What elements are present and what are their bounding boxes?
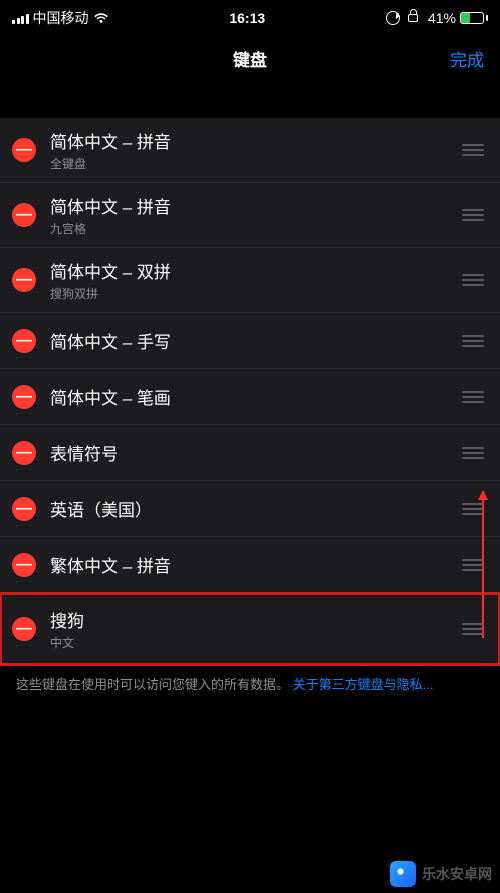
privacy-link[interactable]: 关于第三方键盘与隐私...	[293, 677, 434, 692]
delete-button[interactable]: —	[12, 553, 36, 577]
battery-icon	[460, 12, 488, 24]
watermark-logo-icon	[390, 861, 416, 887]
reorder-handle-icon[interactable]	[462, 503, 484, 515]
signal-icon	[12, 12, 29, 24]
keyboard-list: —简体中文 – 拼音全键盘—简体中文 – 拼音九宫格—简体中文 – 双拼搜狗双拼…	[0, 118, 500, 665]
watermark: 乐水安卓网	[390, 861, 492, 887]
row-text: 简体中文 – 手写	[50, 328, 462, 353]
keyboard-title: 表情符号	[50, 440, 462, 465]
status-left: 中国移动	[12, 8, 109, 28]
lock-icon	[408, 14, 418, 22]
list-footer: 这些键盘在使用时可以访问您键入的所有数据。 关于第三方键盘与隐私...	[0, 665, 500, 705]
row-text: 英语（美国）	[50, 496, 462, 521]
carrier-label: 中国移动	[33, 8, 89, 28]
watermark-text: 乐水安卓网	[422, 864, 492, 884]
keyboard-row[interactable]: — 简体中文 – 拼音九宫格	[0, 183, 500, 248]
wifi-icon	[93, 12, 109, 24]
keyboard-subtitle: 中文	[50, 634, 462, 651]
row-text: 简体中文 – 笔画	[50, 384, 462, 409]
delete-button[interactable]: —	[12, 385, 36, 409]
keyboard-row[interactable]: — 英语（美国）	[0, 481, 500, 537]
keyboard-subtitle: 搜狗双拼	[50, 285, 462, 302]
reorder-handle-icon[interactable]	[462, 623, 484, 635]
row-text: 表情符号	[50, 440, 462, 465]
keyboard-subtitle: 全键盘	[50, 155, 462, 172]
battery-pct: 41%	[428, 10, 456, 26]
delete-button[interactable]: —	[12, 138, 36, 162]
delete-button[interactable]: —	[12, 441, 36, 465]
status-time: 16:13	[229, 10, 265, 26]
keyboard-row[interactable]: — 简体中文 – 手写	[0, 313, 500, 369]
keyboard-row[interactable]: — 繁体中文 – 拼音	[0, 537, 500, 593]
keyboard-row[interactable]: — 简体中文 – 笔画	[0, 369, 500, 425]
keyboard-title: 简体中文 – 拼音	[50, 193, 462, 218]
footer-text: 这些键盘在使用时可以访问您键入的所有数据。	[16, 677, 289, 692]
rotation-lock-icon	[386, 11, 400, 25]
row-text: 繁体中文 – 拼音	[50, 552, 462, 577]
reorder-handle-icon[interactable]	[462, 335, 484, 347]
keyboard-title: 简体中文 – 拼音	[50, 128, 462, 153]
reorder-handle-icon[interactable]	[462, 559, 484, 571]
delete-button[interactable]: —	[12, 617, 36, 641]
keyboard-title: 英语（美国）	[50, 496, 462, 521]
keyboard-row[interactable]: — 简体中文 – 双拼搜狗双拼	[0, 248, 500, 313]
keyboard-title: 简体中文 – 笔画	[50, 384, 462, 409]
row-text: 搜狗中文	[50, 607, 462, 651]
delete-button[interactable]: —	[12, 329, 36, 353]
annotation-arrow	[482, 498, 484, 638]
page-title: 键盘	[233, 46, 267, 71]
keyboard-row[interactable]: — 搜狗中文	[0, 593, 500, 665]
done-button[interactable]: 完成	[450, 36, 484, 80]
keyboard-title: 简体中文 – 手写	[50, 328, 462, 353]
reorder-handle-icon[interactable]	[462, 274, 484, 286]
reorder-handle-icon[interactable]	[462, 209, 484, 221]
status-right: 41%	[386, 10, 488, 26]
keyboard-title: 繁体中文 – 拼音	[50, 552, 462, 577]
keyboard-row[interactable]: — 简体中文 – 拼音全键盘	[0, 118, 500, 183]
nav-bar: 键盘 完成	[0, 36, 500, 80]
reorder-handle-icon[interactable]	[462, 391, 484, 403]
keyboard-subtitle: 九宫格	[50, 220, 462, 237]
keyboard-title: 简体中文 – 双拼	[50, 258, 462, 283]
reorder-handle-icon[interactable]	[462, 144, 484, 156]
delete-button[interactable]: —	[12, 268, 36, 292]
keyboard-row[interactable]: — 表情符号	[0, 425, 500, 481]
delete-button[interactable]: —	[12, 497, 36, 521]
keyboard-title: 搜狗	[50, 607, 462, 632]
row-text: 简体中文 – 双拼搜狗双拼	[50, 258, 462, 302]
row-text: 简体中文 – 拼音全键盘	[50, 128, 462, 172]
status-bar: 中国移动 16:13 41%	[0, 0, 500, 36]
reorder-handle-icon[interactable]	[462, 447, 484, 459]
row-text: 简体中文 – 拼音九宫格	[50, 193, 462, 237]
delete-button[interactable]: —	[12, 203, 36, 227]
